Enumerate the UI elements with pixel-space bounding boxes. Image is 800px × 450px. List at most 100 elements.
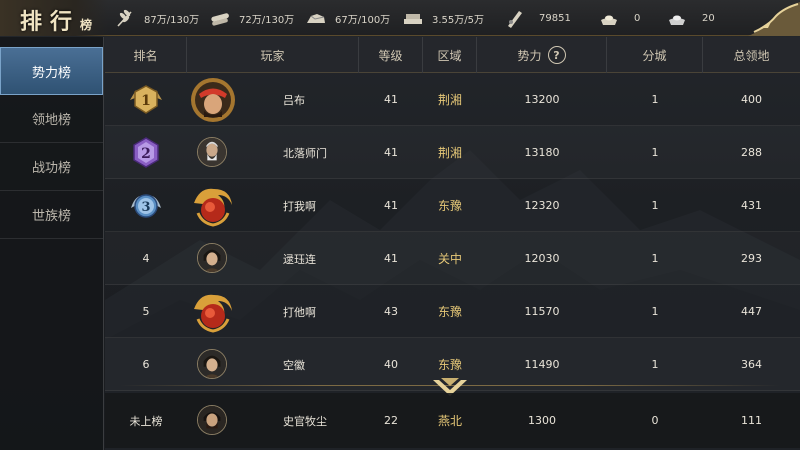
tab-label: 战功榜 [31, 161, 71, 176]
stone-icon [307, 14, 325, 23]
region-cell: 荆湘 [437, 146, 462, 160]
gold-ingot-icon [601, 15, 617, 25]
player-cell: 吕布 [187, 73, 359, 126]
level-cell: 41 [384, 252, 398, 265]
table-row[interactable]: 5 打他啊 43 东豫 11570 1 447 [105, 285, 800, 338]
territory-cell: 364 [741, 358, 762, 371]
table-row[interactable]: 2 北落师门 41 荆湘 13180 1 288 [105, 126, 800, 179]
ranking-sidebar: 势力榜 领地榜 战功榜 世族榜 [0, 37, 104, 450]
player-cell: 史官牧尘 [187, 393, 359, 448]
resource-iron: 3.55万/5万 [402, 7, 484, 29]
player-name: 空徽 [283, 358, 305, 372]
resource-silver-value: 20 [702, 12, 715, 24]
page-title: 排行 [20, 9, 81, 35]
cities-cell: 1 [651, 93, 659, 106]
tab-merit-ranking[interactable]: 战功榜 [0, 143, 103, 191]
power-cell: 11570 [524, 305, 560, 318]
level-cell: 41 [384, 199, 398, 212]
player-cell: 打他啊 [187, 285, 359, 338]
young-general-avatar [197, 243, 227, 273]
region-cell: 关中 [437, 252, 462, 266]
player-cell: 打我啊 [187, 179, 359, 232]
resource-gold: 0 [598, 7, 640, 29]
cities-cell: 1 [651, 252, 659, 265]
territory-cell: 400 [741, 93, 762, 106]
player-name: 北落师门 [283, 146, 327, 160]
rank-number: 4 [142, 252, 150, 265]
player-cell: 北落师门 [187, 126, 359, 179]
rank-number: 5 [142, 305, 150, 318]
resource-copper-value: 79851 [539, 12, 571, 24]
rank-cell: 3 [105, 179, 187, 232]
power-cell: 13180 [524, 146, 560, 159]
power-cell: 12030 [524, 252, 560, 265]
header-rank: 排名 [105, 37, 187, 73]
tab-label: 世族榜 [31, 209, 71, 224]
resource-gold-value: 0 [634, 12, 641, 24]
my-rank-row[interactable]: 未上榜 史官牧尘 22 燕北 1300 0 111 [105, 393, 800, 448]
header-power: 势力 ? [477, 37, 607, 73]
resource-grain: 87万/130万 [114, 7, 199, 29]
territory-cell: 293 [741, 252, 762, 265]
resource-stone-value: 67万/100万 [335, 14, 391, 26]
level-cell: 43 [384, 305, 398, 318]
player-name: 打我啊 [283, 199, 316, 213]
cities-cell: 1 [651, 199, 659, 212]
player-name: 打他啊 [283, 305, 316, 319]
territory-cell: 111 [741, 414, 762, 427]
bearded-general-avatar [197, 405, 227, 435]
table-header: 排名 玩家 等级 区域 势力 ? 分城 总领地 [105, 37, 800, 73]
rank-cell: 6 [105, 338, 187, 391]
close-button[interactable] [744, 0, 800, 36]
header-level: 等级 [359, 37, 423, 73]
cities-cell: 0 [651, 414, 659, 427]
blue-medal-icon: 3 [131, 193, 161, 218]
table-row[interactable]: 4 逯珏连 41 关中 12030 1 293 [105, 232, 800, 285]
tab-label: 势力榜 [31, 65, 71, 81]
territory-cell: 288 [741, 146, 762, 159]
resource-copper: 79851 [503, 7, 571, 29]
tab-clan-ranking[interactable]: 世族榜 [0, 191, 103, 239]
region-cell: 东豫 [437, 199, 462, 213]
tab-power-ranking[interactable]: 势力榜 [0, 47, 103, 95]
rank-cell: 4 [105, 232, 187, 285]
power-cell: 1300 [528, 414, 556, 427]
region-cell: 荆湘 [437, 93, 462, 107]
tab-territory-ranking[interactable]: 领地榜 [0, 95, 103, 143]
table-row[interactable]: 3 打我啊 41 东豫 12320 1 431 [105, 179, 800, 232]
power-cell: 11490 [524, 358, 560, 371]
rank-cell: 1 [105, 73, 187, 126]
grain-icon [117, 9, 132, 27]
header-player: 玩家 [187, 37, 359, 73]
level-cell: 22 [384, 414, 398, 427]
player-name: 史官牧尘 [283, 414, 327, 428]
dragon-crest-avatar [194, 294, 232, 333]
resource-wood-value: 72万/130万 [239, 14, 295, 26]
power-cell: 13200 [524, 93, 560, 106]
level-cell: 41 [384, 93, 398, 106]
region-cell: 东豫 [437, 305, 462, 319]
resource-stone: 67万/100万 [305, 7, 390, 29]
purple-medal-icon: 2 [133, 136, 159, 168]
territory-cell: 447 [741, 305, 762, 318]
resource-iron-value: 3.55万/5万 [432, 14, 484, 26]
svg-text:1: 1 [141, 93, 151, 109]
region-cell: 燕北 [437, 414, 462, 428]
rank-cell: 2 [105, 126, 187, 179]
player-cell: 空徽 [187, 338, 359, 391]
tab-label: 领地榜 [31, 113, 71, 128]
old-sage-avatar [197, 137, 227, 167]
header-power-label: 势力 [517, 48, 542, 63]
table-row[interactable]: 1 吕布 41 荆湘 13200 1 400 [105, 73, 800, 126]
bandana-warrior-avatar [191, 78, 235, 122]
young-general-avatar [197, 349, 227, 379]
level-cell: 41 [384, 146, 398, 159]
gold-medal-icon: 1 [130, 84, 162, 114]
silver-ingot-icon [669, 15, 685, 25]
wood-icon [211, 13, 229, 26]
player-cell: 逯珏连 [187, 232, 359, 285]
dragon-crest-avatar [194, 188, 232, 227]
help-icon[interactable]: ? [547, 46, 566, 64]
resource-bar: 排行 榜 87万/130万 72万/130万 67万/100万 3.55万/5万 [0, 0, 800, 36]
close-icon [748, 2, 800, 36]
